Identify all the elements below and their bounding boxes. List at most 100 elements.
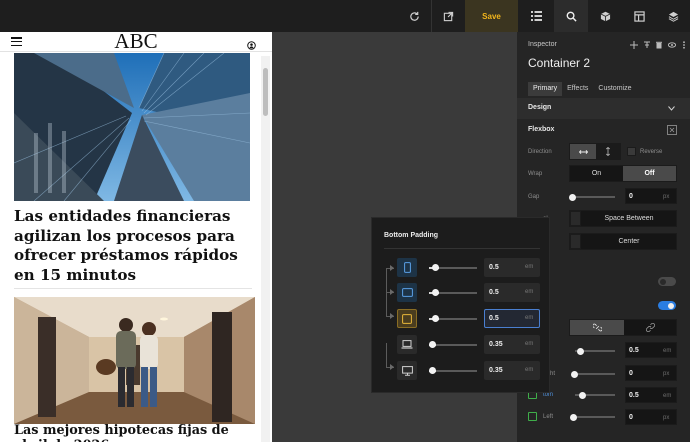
section-design[interactable]: Design	[517, 98, 690, 119]
wrap-off-button[interactable]: Off	[623, 166, 676, 181]
search-icon[interactable]	[554, 0, 588, 32]
popup-divider	[384, 248, 540, 249]
preview-scrollbar[interactable]	[261, 56, 270, 442]
article-image-skyscrapers[interactable]	[14, 53, 250, 201]
top-toolbar: Save	[0, 0, 690, 32]
page-preview[interactable]: ABC Las entidades financieras agilizan l…	[0, 32, 272, 442]
padding-left-side-icon	[528, 412, 537, 421]
tablet-landscape-padding-knob[interactable]	[432, 315, 439, 322]
article-divider	[14, 288, 252, 289]
laptop-icon[interactable]	[397, 335, 417, 354]
tab-effects[interactable]: Effects	[562, 82, 593, 96]
wrap-on-button[interactable]: On	[570, 166, 623, 181]
delete-icon[interactable]	[655, 41, 663, 49]
padding-right-slider[interactable]	[572, 373, 615, 375]
desktop-icon[interactable]	[397, 361, 417, 380]
tablet-landscape-padding-value: 0.5	[489, 315, 499, 322]
article-headline-1[interactable]: Las entidades financieras agilizan los p…	[14, 207, 254, 285]
bottom-padding-popup: Bottom Padding 0.5 em 0.5 em 0.5 em 0.35…	[371, 217, 550, 393]
laptop-padding-unit: em	[525, 341, 534, 347]
direction-column-button[interactable]	[596, 144, 620, 159]
device-row-laptop: 0.35 em	[372, 334, 551, 356]
inspector-actions	[630, 41, 688, 51]
pin-icon[interactable]	[643, 41, 651, 49]
gap-unit: px	[663, 194, 670, 200]
justify-value: Space Between	[604, 215, 654, 222]
reverse-checkbox[interactable]	[627, 147, 636, 156]
move-icon[interactable]	[630, 41, 638, 49]
section-flexbox-label: Flexbox	[528, 126, 555, 133]
mobile-padding-knob[interactable]	[432, 264, 439, 271]
laptop-padding-input[interactable]: 0.35 em	[484, 335, 540, 354]
laptop-padding-knob[interactable]	[429, 341, 436, 348]
device-row-tablet-landscape: 0.5 em	[372, 308, 551, 330]
padding-left-knob[interactable]	[570, 413, 577, 421]
desktop-padding-value: 0.35	[489, 367, 503, 374]
mobile-padding-value: 0.5	[489, 264, 499, 271]
mobile-padding-unit: em	[525, 264, 534, 270]
more-icon[interactable]	[680, 41, 688, 49]
inspector-label: Inspector	[528, 41, 557, 48]
gap-slider[interactable]	[570, 196, 615, 198]
save-button[interactable]: Save	[465, 0, 518, 32]
site-header: ABC	[0, 32, 272, 54]
tablet-padding-unit: em	[525, 289, 534, 295]
layers-icon[interactable]	[656, 0, 690, 32]
padding-left-unit: px	[663, 415, 670, 421]
link-padding-button[interactable]	[624, 320, 676, 335]
tablet-landscape-icon[interactable]	[397, 309, 417, 328]
app-root: Save ABC Las entidades financieras agili…	[0, 0, 690, 442]
external-link-icon[interactable]	[432, 0, 465, 32]
toggle-off-switch[interactable]	[658, 277, 676, 286]
desktop-padding-input[interactable]: 0.35 em	[484, 361, 540, 380]
tablet-padding-input[interactable]: 0.5 em	[484, 283, 540, 302]
laptop-padding-slider[interactable]	[429, 344, 477, 346]
desktop-padding-slider[interactable]	[429, 370, 477, 372]
padding-top-knob[interactable]	[577, 347, 584, 355]
scrollbar-thumb[interactable]	[263, 68, 268, 116]
padding-top-value: 0.5	[629, 347, 639, 354]
article-headline-2[interactable]: Las mejores hipotecas fijas de abril de …	[14, 423, 259, 442]
toggle-on-switch[interactable]	[658, 301, 676, 310]
padding-top-unit: em	[663, 348, 672, 354]
mobile-padding-input[interactable]: 0.5 em	[484, 258, 540, 277]
article-image-couple-hallway[interactable]	[14, 297, 255, 424]
mobile-icon[interactable]	[397, 258, 417, 277]
unlink-padding-button[interactable]	[570, 320, 624, 335]
padding-left-label: Left	[543, 414, 554, 420]
padding-left-value: 0	[629, 414, 633, 421]
wrap-label: Wrap	[528, 171, 543, 177]
tablet-padding-knob[interactable]	[432, 289, 439, 296]
padding-right-knob[interactable]	[571, 370, 578, 378]
reverse-label: Reverse	[640, 149, 663, 155]
flexbox-settings-icon[interactable]	[667, 125, 677, 135]
cube-icon[interactable]	[588, 0, 622, 32]
section-design-label: Design	[528, 104, 552, 111]
padding-right-value: 0	[629, 370, 633, 377]
padding-right-unit: px	[663, 371, 670, 377]
structure-list-icon[interactable]	[518, 0, 554, 32]
user-icon[interactable]	[247, 37, 256, 50]
inspector-tabs: Primary Effects Customize	[528, 82, 636, 96]
gap-slider-knob[interactable]	[569, 193, 576, 201]
tablet-icon[interactable]	[397, 283, 417, 302]
desktop-padding-knob[interactable]	[429, 367, 436, 374]
device-row-mobile: 0.5 em	[372, 257, 551, 279]
layout-icon[interactable]	[622, 0, 656, 32]
align-value: Center	[618, 238, 640, 245]
direction-row-button[interactable]	[570, 144, 596, 159]
padding-bottom-knob[interactable]	[579, 391, 586, 399]
laptop-padding-value: 0.35	[489, 341, 503, 348]
tablet-landscape-padding-input[interactable]: 0.5 em	[484, 309, 540, 328]
arrows-horizontal-icon	[578, 149, 588, 154]
tab-customize[interactable]: Customize	[593, 82, 636, 96]
chevron-down-icon	[668, 106, 675, 111]
tab-primary[interactable]: Primary	[528, 82, 563, 96]
tablet-landscape-padding-unit: em	[525, 315, 534, 321]
gap-value: 0	[629, 193, 633, 200]
refresh-icon[interactable]	[398, 0, 431, 32]
padding-left-slider[interactable]	[572, 416, 615, 418]
direction-label: Direction	[528, 149, 552, 155]
visibility-icon[interactable]	[667, 41, 676, 49]
site-logo[interactable]: ABC	[0, 32, 272, 54]
